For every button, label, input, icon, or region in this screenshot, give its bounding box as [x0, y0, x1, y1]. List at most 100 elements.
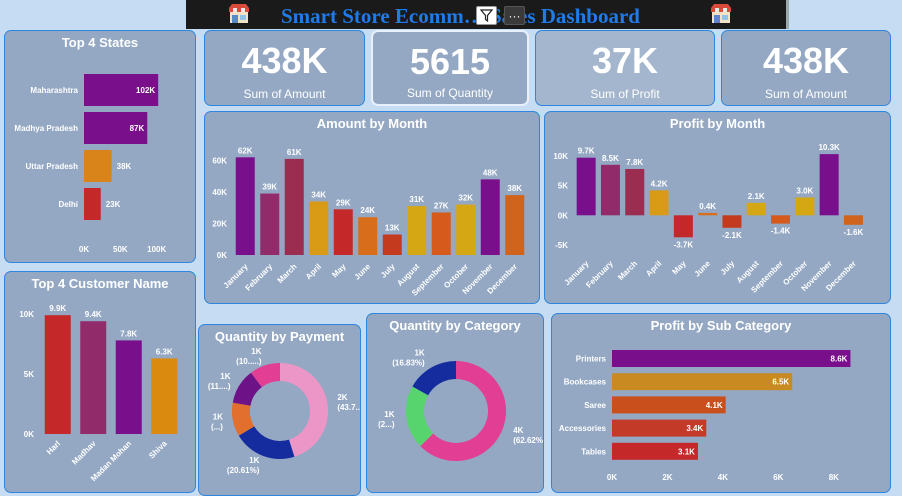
category-label: July	[379, 262, 397, 280]
data-label: 6.5K	[772, 378, 789, 387]
kpi-value: 438K	[762, 40, 850, 81]
category-label: June	[353, 262, 373, 282]
kpi-label: Sum of Amount	[243, 87, 326, 101]
slice-label: 4K (62.62%)	[513, 426, 544, 445]
data-label: -1.6K	[844, 228, 864, 237]
chart-amount-by-month: 0K20K40K60K62KJanuary39KFebruary61KMarch…	[212, 146, 525, 298]
slice	[238, 426, 295, 459]
bar	[649, 190, 669, 216]
data-label: -3.7K	[674, 240, 694, 249]
chart-top-states: Maharashtra 102K Madhya Pradesh 87K Uttar Pr…	[14, 74, 167, 254]
panel-title: Amount by Month	[316, 116, 428, 131]
tick-label: 4K	[718, 473, 728, 482]
data-label: 9.9K	[49, 304, 66, 313]
tick-label: 0K	[558, 211, 568, 220]
bar	[407, 206, 427, 255]
bar	[576, 157, 596, 216]
category-label: February	[584, 259, 615, 290]
tick-label: 5K	[558, 182, 568, 191]
bar	[151, 358, 178, 434]
category-label: Tables	[581, 447, 606, 456]
data-label: 34K	[311, 190, 326, 199]
data-label: 3.1K	[678, 447, 695, 456]
tick-label: 0K	[79, 245, 89, 254]
bar	[84, 188, 101, 220]
data-label: 0.4K	[699, 202, 716, 211]
slice-label: 1K (10.....)	[236, 347, 262, 366]
tick-label: 10K	[553, 152, 568, 161]
category-label: February	[244, 262, 275, 293]
panel-title: Quantity by Category	[389, 318, 521, 333]
tick-label: 8K	[829, 473, 839, 482]
panel-profit-by-month: Profit by Month -5K 0K 5K 10K 9.7K January 8.5…	[544, 111, 891, 304]
data-label: 23K	[106, 200, 121, 209]
panel-title: Quantity by Payment	[214, 329, 345, 344]
data-label: 9.4K	[85, 310, 102, 319]
data-label: 87K	[130, 124, 145, 133]
slice-label: 1K (20.61%)	[227, 456, 260, 475]
bar	[600, 164, 620, 216]
chart-quantity-by-payment: 2K(43.7...) 1K(20.61%) 1K(...) 1K(11....) 1K…	[208, 347, 361, 475]
category-label: Delhi	[58, 200, 78, 209]
category-label: Shiva	[147, 439, 169, 461]
data-label: 8.6K	[831, 355, 848, 364]
panel-title: Profit by Month	[669, 116, 766, 131]
category-label: July	[719, 259, 737, 277]
kpi-value: 5615	[409, 41, 491, 82]
data-label: 27K	[434, 201, 449, 210]
panel-top-customers: Top 4 Customer Name 0K 5K 10K 9.9K Harl 9.4K M…	[4, 271, 196, 493]
data-label: 6.3K	[156, 347, 173, 356]
data-label: 102K	[136, 86, 155, 95]
bar	[431, 212, 451, 255]
panel-amount-by-month: Amount by Month 0K 20K 40K 60K 62K January 39K…	[204, 111, 540, 304]
bar	[235, 157, 255, 255]
scrollbar[interactable]	[786, 0, 789, 29]
bar	[612, 373, 793, 391]
kpi-card-amount-2: 438K Sum of Amount	[721, 30, 891, 106]
category-label: Bookcases	[564, 378, 607, 387]
data-label: 32K	[458, 194, 473, 203]
category-label: March	[276, 262, 299, 285]
category-label: Printers	[576, 355, 607, 364]
bar	[625, 168, 645, 216]
data-label: -2.1K	[722, 231, 742, 240]
slice-label: 1K (16.83%)	[392, 348, 425, 367]
data-label: 8.5K	[602, 154, 619, 163]
bar	[795, 197, 815, 216]
chart-quantity-by-category: 4K (62.62%) 1K (2...) 1K (16.83%)	[378, 348, 544, 461]
data-label: 38K	[507, 184, 522, 193]
data-label: 31K	[409, 195, 424, 204]
data-label: -1.4K	[771, 227, 791, 236]
data-label: 2.1K	[748, 192, 765, 201]
slice-label: 1K (2...)	[378, 410, 395, 429]
bar	[612, 350, 851, 367]
data-label: 62K	[238, 146, 253, 155]
tick-label: 20K	[212, 219, 227, 228]
data-label: 39K	[262, 183, 277, 192]
bar	[358, 217, 378, 255]
bar	[673, 215, 693, 238]
bar	[84, 150, 112, 182]
tick-label: -5K	[555, 241, 568, 250]
more-options-button[interactable]: ···	[504, 6, 525, 25]
category-label: Madhya Pradesh	[14, 124, 78, 133]
data-label: 61K	[287, 148, 302, 157]
filter-icon[interactable]	[476, 6, 497, 25]
title-bar: Smart Store Ecomm… Sales Dashboard ···	[186, 0, 788, 29]
kpi-label: Sum of Amount	[764, 87, 848, 101]
panel-title: Profit by Sub Category	[650, 318, 792, 333]
data-label: 9.7K	[578, 147, 595, 156]
slice-label: 2K(43.7...)	[337, 393, 361, 412]
slice-label: 1K (...)	[211, 412, 223, 431]
bar	[480, 179, 500, 255]
bar	[44, 315, 71, 434]
data-label: 48K	[483, 168, 498, 177]
data-label: 7.8K	[120, 329, 137, 338]
bar	[382, 234, 402, 255]
category-label: May	[330, 262, 348, 280]
kpi-card-amount: 438K Sum of Amount	[204, 30, 365, 106]
panel-quantity-by-payment: Quantity by Payment 2K(43.7...) 1K(20.61%…	[198, 324, 361, 496]
bar	[746, 202, 766, 216]
bar	[260, 193, 280, 255]
category-label: Uttar Pradesh	[26, 162, 79, 171]
